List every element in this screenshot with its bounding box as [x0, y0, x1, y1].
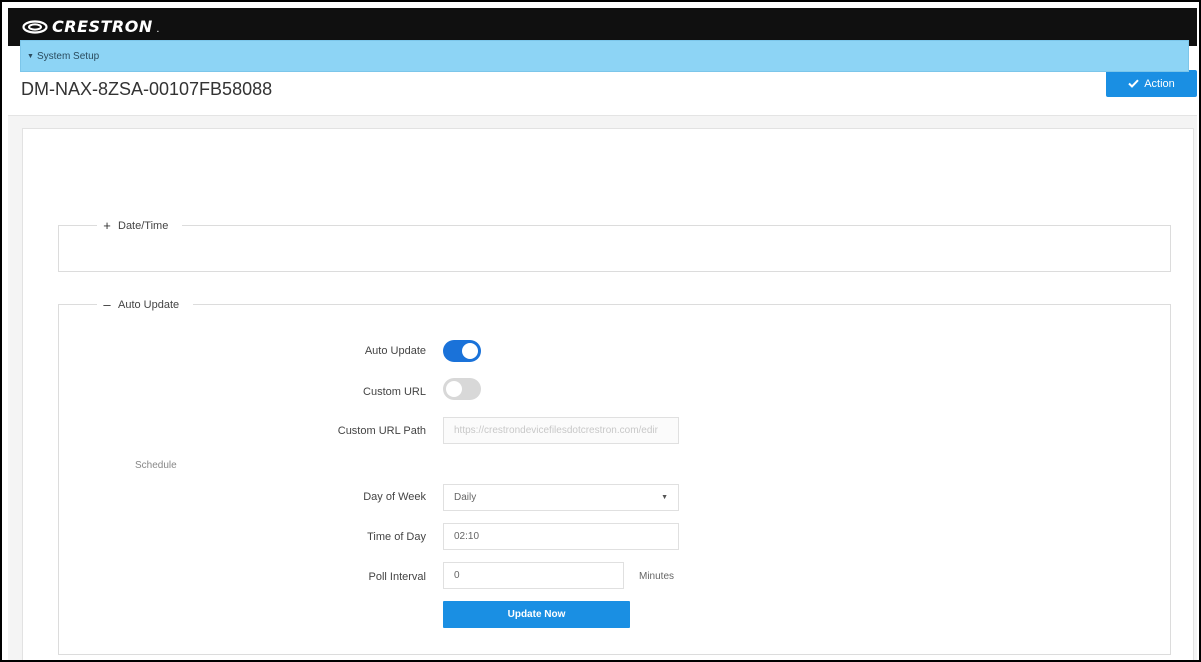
auto-update-title: Auto Update [118, 298, 180, 311]
dropdown-arrow-icon: ▼ [661, 494, 668, 501]
device-name-title: DM-NAX-8ZSA-00107FB58088 [21, 79, 273, 99]
custom-url-label: Custom URL [363, 386, 426, 398]
crestron-logo: CRESTRON . [22, 17, 160, 36]
time-of-day-label: Time of Day [367, 531, 426, 543]
action-button-label: Action [1144, 77, 1175, 90]
time-of-day-value: 02:10 [454, 531, 480, 542]
poll-interval-label: Poll Interval [368, 571, 426, 583]
poll-interval-value: 0 [454, 570, 460, 581]
auto-update-label: Auto Update [364, 345, 426, 357]
poll-interval-input[interactable]: 0 [443, 562, 624, 589]
brand-mark: . [156, 27, 160, 34]
auto-update-toggle[interactable] [443, 340, 481, 362]
custom-url-path-value: https://crestrondevicefilesdotcrestron.c… [454, 425, 658, 436]
schedule-label: Schedule [135, 460, 177, 471]
crestron-swirl-icon [22, 19, 48, 34]
caret-down-icon: ▼ [27, 52, 34, 60]
poll-interval-unit: Minutes [639, 571, 675, 582]
day-of-week-select[interactable]: Daily ▼ [443, 484, 679, 511]
expand-plus-icon: + [103, 218, 111, 233]
day-of-week-value: Daily [454, 492, 477, 503]
day-of-week-label: Day of Week [363, 491, 426, 503]
action-button[interactable]: Action [1106, 70, 1197, 97]
app-frame: CRESTRON . DM-NAX-8ZSA-00107FB58088 Acti… [0, 0, 1201, 662]
custom-url-path-input[interactable]: https://crestrondevicefilesdotcrestron.c… [443, 417, 679, 444]
system-setup-section-header[interactable]: ▼ System Setup [20, 40, 1189, 72]
section-title: System Setup [36, 50, 100, 62]
time-of-day-input[interactable]: 02:10 [443, 523, 679, 550]
date-time-title: Date/Time [118, 219, 169, 232]
custom-url-toggle[interactable] [443, 378, 481, 400]
date-time-group: + Date/Time [58, 218, 1171, 272]
toggle-knob [446, 381, 462, 397]
update-now-button[interactable]: Update Now [443, 601, 630, 628]
auto-update-legend[interactable]: – Auto Update [97, 297, 194, 312]
custom-url-path-label: Custom URL Path [337, 425, 426, 437]
brand-name: CRESTRON [52, 17, 153, 36]
collapse-minus-icon: – [103, 297, 111, 312]
date-time-legend[interactable]: + Date/Time [97, 218, 183, 233]
checkmark-icon [1128, 79, 1139, 88]
update-now-label: Update Now [507, 609, 566, 620]
toggle-knob [462, 343, 478, 359]
